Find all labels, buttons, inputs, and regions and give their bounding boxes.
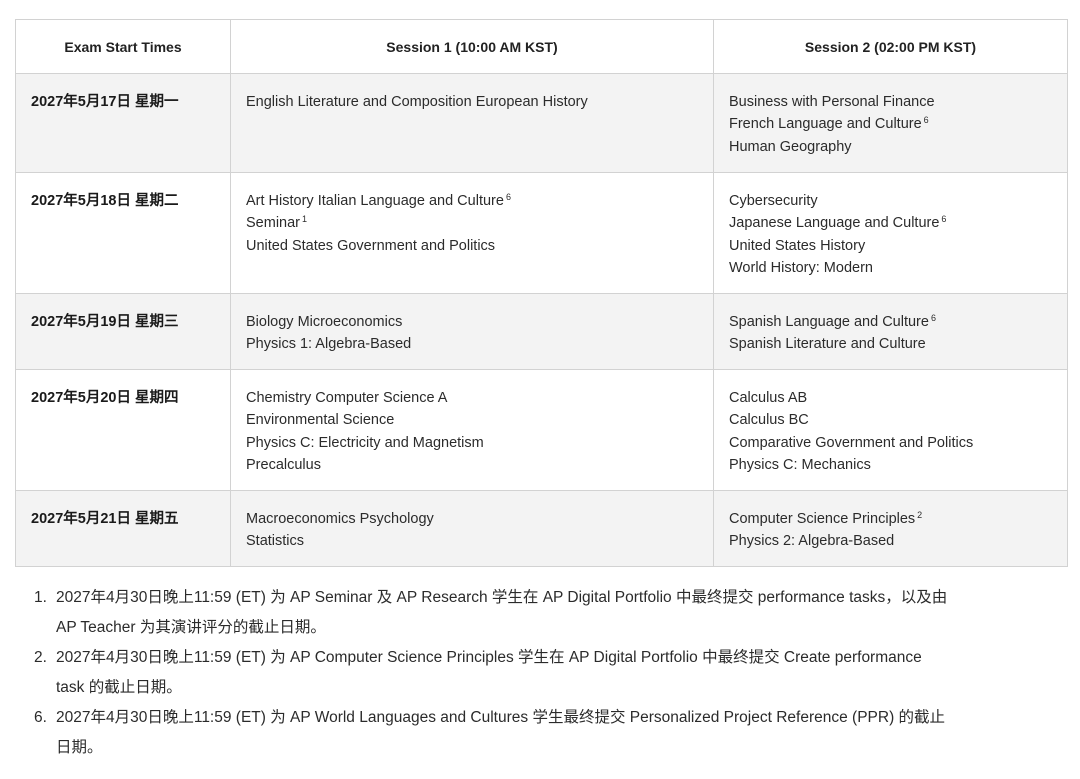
exam-subject: French Language and Culture 6 bbox=[729, 113, 1052, 135]
exam-subject: World History: Modern bbox=[729, 257, 1052, 279]
exam-subject: United States Government and Politics bbox=[246, 235, 698, 257]
exam-subject-text: Precalculus bbox=[246, 456, 321, 473]
exam-subject: Precalculus bbox=[246, 454, 698, 476]
exam-subject-text: World History: Modern bbox=[729, 259, 873, 276]
exam-subject-text: Environmental Science bbox=[246, 412, 395, 429]
footnote-text: task 的截止日期。 bbox=[56, 679, 182, 696]
footnote-marker: 1 bbox=[302, 214, 308, 225]
exam-subject-text: Spanish Literature and Culture bbox=[729, 336, 926, 353]
exam-subject-text: Biology Microeconomics bbox=[246, 314, 403, 330]
footnote-marker: 6 bbox=[505, 192, 511, 202]
exam-subject: Business with Personal Finance bbox=[729, 91, 1052, 113]
exam-subject-text: Business with Personal Finance bbox=[729, 94, 935, 110]
exam-subject-text: Physics 2: Algebra-Based bbox=[729, 533, 895, 550]
exam-date-cell: 2027年5月21日 星期五 bbox=[15, 490, 231, 567]
session-2-cell: Computer Science Principles 2 Physics 2: A… bbox=[713, 490, 1068, 567]
session-2-cell: Business with Personal Finance French Lan… bbox=[713, 73, 1068, 173]
exam-schedule-table: Exam Start Times Session 1 (10:00 AM KST… bbox=[15, 19, 1068, 567]
exam-subject: Physics 1: Algebra-Based bbox=[246, 333, 698, 355]
session-1-cell: Chemistry Computer Science A Environmenta… bbox=[230, 369, 714, 491]
exam-subject-text: Cybersecurity bbox=[729, 193, 818, 209]
exam-subject-text: Spanish Language and Culture bbox=[729, 314, 929, 330]
exam-subject-text: United States Government and Politics bbox=[246, 237, 496, 254]
footnote-number: 6. bbox=[34, 709, 47, 726]
footnote-marker: 2 bbox=[917, 510, 923, 520]
exam-subject-text: Chemistry Computer Science A bbox=[246, 390, 448, 406]
footnote-item: 6. 2027年4月30日晚上11:59 (ET) 为 AP World Lang… bbox=[34, 703, 1064, 763]
exam-subject-text: United States History bbox=[729, 237, 866, 254]
footnote-text: AP Teacher 为其演讲评分的截止日期。 bbox=[56, 619, 326, 636]
footnotes-list: 1. 2027年4月30日晚上11:59 (ET) 为 AP Seminar 及 … bbox=[34, 583, 1064, 763]
exam-subject-text: Macroeconomics Psychology bbox=[246, 511, 434, 527]
exam-subject: English Literature and Composition Europ… bbox=[246, 91, 698, 113]
exam-date-cell: 2027年5月19日 星期三 bbox=[15, 293, 231, 370]
exam-subject: Spanish Language and Culture 6 bbox=[729, 311, 1052, 333]
exam-subject-text: Statistics bbox=[246, 533, 305, 550]
exam-subject-text: English Literature and Composition Europ… bbox=[246, 94, 588, 110]
session-2-cell: Calculus AB Calculus BC Comparative Govern… bbox=[713, 369, 1068, 491]
exam-subject: Chemistry Computer Science A bbox=[246, 387, 698, 409]
exam-subject-text: Physics C: Electricity and Magnetism bbox=[246, 434, 484, 451]
table-row: 2027年5月17日 星期一 English Literature and Com… bbox=[15, 73, 1068, 173]
session-2-cell: Spanish Language and Culture 6 Spanish Lit… bbox=[713, 293, 1068, 370]
footnote-number: 1. bbox=[34, 589, 47, 606]
table-row: 2027年5月18日 星期二 Art History Italian Langua… bbox=[15, 172, 1068, 294]
exam-subject: Calculus BC bbox=[729, 409, 1052, 431]
exam-subject: Art History Italian Language and Culture… bbox=[246, 190, 698, 212]
session-1-cell: Macroeconomics Psychology Statistics bbox=[230, 490, 714, 567]
exam-subject: Computer Science Principles 2 bbox=[729, 508, 1052, 530]
session-2-cell: Cybersecurity Japanese Language and Cultu… bbox=[713, 172, 1068, 294]
exam-subject-text: Human Geography bbox=[729, 138, 852, 155]
table-row: 2027年5月19日 星期三 Biology Microeconomics Phys… bbox=[15, 293, 1068, 370]
footnote-text: 日期。 bbox=[56, 739, 103, 756]
table-row: 2027年5月20日 星期四 Chemistry Computer Science… bbox=[15, 369, 1068, 491]
exam-subject: Seminar 1 bbox=[246, 212, 698, 234]
footnote-text: 2027年4月30日晚上11:59 (ET) 为 AP Computer Sci… bbox=[56, 649, 922, 666]
exam-subject-text: Seminar bbox=[246, 215, 300, 232]
exam-subject: Physics C: Mechanics bbox=[729, 454, 1052, 476]
exam-subject-text: Art History Italian Language and Culture bbox=[246, 193, 504, 209]
exam-subject: Human Geography bbox=[729, 136, 1052, 158]
exam-date-cell: 2027年5月18日 星期二 bbox=[15, 172, 231, 294]
footnote-item: 1. 2027年4月30日晚上11:59 (ET) 为 AP Seminar 及 … bbox=[34, 583, 1064, 643]
exam-date-cell: 2027年5月17日 星期一 bbox=[15, 73, 231, 173]
exam-subject: Physics 2: Algebra-Based bbox=[729, 530, 1052, 552]
exam-subject: Macroeconomics Psychology bbox=[246, 508, 698, 530]
exam-subject-text: Japanese Language and Culture bbox=[729, 215, 940, 232]
exam-subject-text: Computer Science Principles bbox=[729, 511, 916, 527]
exam-subject: Biology Microeconomics bbox=[246, 311, 698, 333]
exam-subject-text: Calculus AB bbox=[729, 390, 808, 406]
exam-subject: Calculus AB bbox=[729, 387, 1052, 409]
exam-subject: Physics C: Electricity and Magnetism bbox=[246, 432, 698, 454]
exam-subject-text: Physics C: Mechanics bbox=[729, 456, 871, 473]
exam-subject: Environmental Science bbox=[246, 409, 698, 431]
exam-subject-text: French Language and Culture bbox=[729, 116, 922, 133]
footnote-text: 2027年4月30日晚上11:59 (ET) 为 AP World Langua… bbox=[56, 709, 946, 726]
exam-subject-text: Calculus BC bbox=[729, 412, 809, 429]
footnote-marker: 6 bbox=[923, 115, 929, 126]
exam-subject-text: Comparative Government and Politics bbox=[729, 434, 974, 451]
footnote-marker: 6 bbox=[930, 313, 936, 323]
header-session-2: Session 2 (02:00 PM KST) bbox=[713, 19, 1068, 74]
session-1-cell: English Literature and Composition Europ… bbox=[230, 73, 714, 173]
exam-subject: United States History bbox=[729, 235, 1052, 257]
exam-subject: Japanese Language and Culture 6 bbox=[729, 212, 1052, 234]
exam-subject: Statistics bbox=[246, 530, 698, 552]
header-session-1: Session 1 (10:00 AM KST) bbox=[230, 19, 714, 74]
exam-subject-text: Physics 1: Algebra-Based bbox=[246, 336, 412, 353]
header-exam-start-times: Exam Start Times bbox=[15, 19, 231, 74]
exam-subject: Spanish Literature and Culture bbox=[729, 333, 1052, 355]
footnote-text: 2027年4月30日晚上11:59 (ET) 为 AP Seminar 及 AP… bbox=[56, 589, 948, 606]
exam-subject: Cybersecurity bbox=[729, 190, 1052, 212]
footnote-marker: 6 bbox=[941, 214, 947, 225]
session-1-cell: Art History Italian Language and Culture… bbox=[230, 172, 714, 294]
table-header-row: Exam Start Times Session 1 (10:00 AM KST… bbox=[15, 19, 1068, 74]
exam-subject: Comparative Government and Politics bbox=[729, 432, 1052, 454]
table-row: 2027年5月21日 星期五 Macroeconomics Psychology S… bbox=[15, 490, 1068, 567]
session-1-cell: Biology Microeconomics Physics 1: Algebra… bbox=[230, 293, 714, 370]
exam-date-cell: 2027年5月20日 星期四 bbox=[15, 369, 231, 491]
footnote-number: 2. bbox=[34, 649, 47, 666]
footnote-item: 2. 2027年4月30日晚上11:59 (ET) 为 AP Computer S… bbox=[34, 643, 1064, 703]
